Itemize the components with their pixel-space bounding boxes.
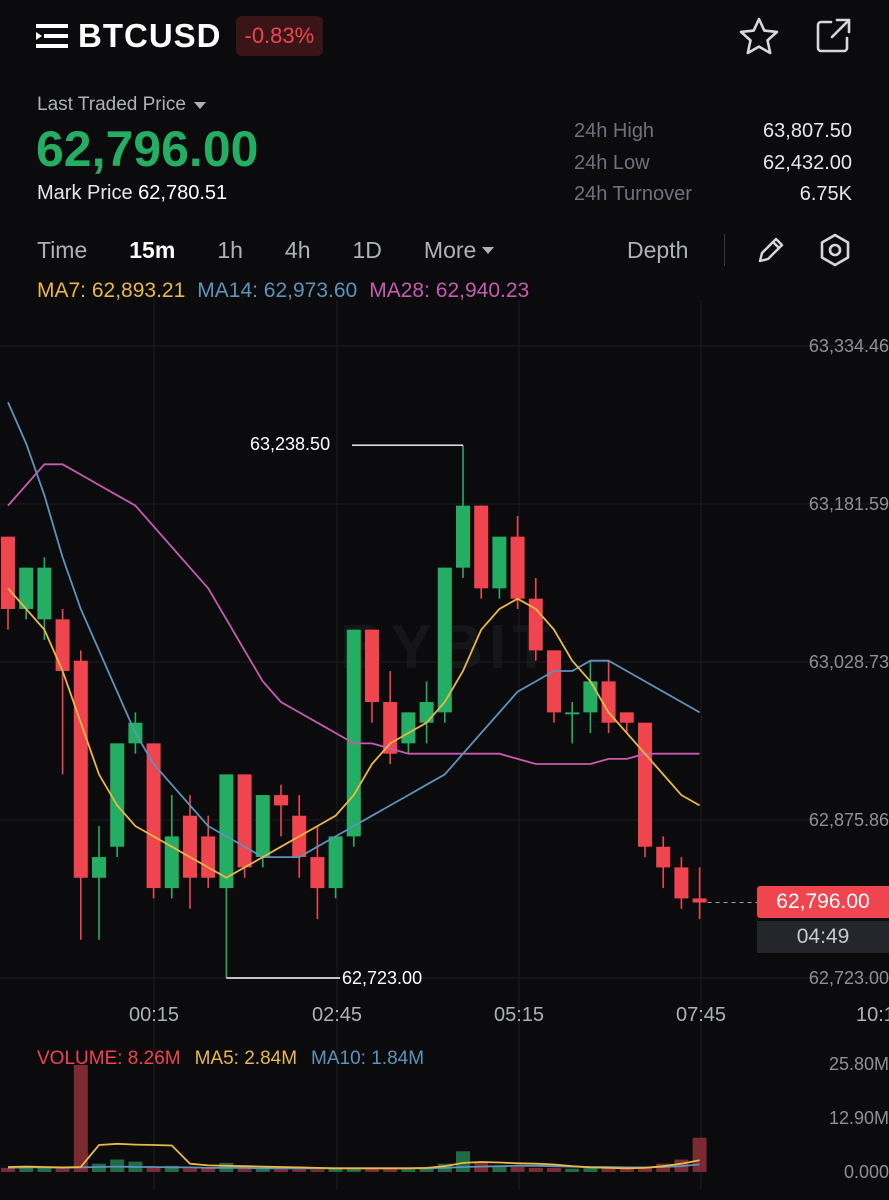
volume-bar [692, 1137, 707, 1172]
candle-body [692, 898, 707, 903]
volume-ma10-legend: MA10: 1.84M [311, 1048, 425, 1069]
candle-body [619, 712, 634, 723]
volume-bar [547, 1167, 561, 1172]
candle-body [37, 567, 52, 620]
y-axis-label: 62,723.00 [808, 968, 889, 988]
y-axis-label: 63,334.46 [808, 336, 889, 356]
volume-bar [292, 1169, 307, 1172]
candle-body [510, 536, 525, 599]
candle-body [255, 795, 270, 858]
candle-body [237, 774, 252, 868]
candle-body [674, 867, 689, 899]
x-axis-label: 00:15 [128, 1004, 180, 1026]
volume-bar [383, 1169, 398, 1172]
volume-bar [456, 1151, 470, 1172]
candle-body [365, 629, 379, 703]
candle-body [583, 681, 598, 713]
candle-body [565, 712, 580, 715]
x-axis-label: 07:45 [675, 1004, 727, 1026]
candle-body [73, 660, 88, 878]
candle-body [383, 702, 398, 754]
volume-bar [565, 1168, 580, 1172]
volume-bar [55, 1168, 70, 1172]
candle-body [1, 536, 15, 610]
countdown-tag: 04:49 [757, 921, 889, 953]
candle-body [219, 774, 234, 889]
volume-axis-label: 0.000 [843, 1162, 889, 1182]
candle-body [310, 857, 325, 889]
volume-legend-value: VOLUME: 8.26M [37, 1048, 181, 1069]
volume-bar [401, 1169, 416, 1172]
candle-body [201, 836, 216, 878]
y-axis-label: 63,028.73 [808, 652, 889, 672]
candle-body [183, 815, 197, 878]
volume-bar [528, 1167, 543, 1172]
candle-body [346, 629, 361, 837]
volume-bar [583, 1167, 598, 1172]
candle-body [656, 846, 671, 868]
x-axis-label: 10:1 [856, 1004, 889, 1026]
volume-bar [73, 1065, 88, 1172]
candle-body [55, 619, 70, 672]
volume-axis-label: 25.80M [828, 1054, 889, 1074]
candle-body [601, 681, 616, 723]
y-axis-label: 63,181.59 [808, 494, 889, 514]
candle-body [492, 536, 507, 589]
y-axis-label: 62,875.86 [808, 810, 889, 830]
current-price-tag: 62,796.00 [757, 886, 889, 918]
candle-body [92, 857, 106, 878]
candle-body [274, 795, 288, 806]
x-axis-label: 02:45 [311, 1004, 363, 1026]
candle-body [328, 836, 343, 889]
candle-body [547, 650, 561, 713]
volume-bar [183, 1168, 197, 1172]
volume-axis-label: 12.90M [828, 1108, 889, 1128]
low-marker-label: 62,723.00 [342, 968, 423, 988]
volume-bar [510, 1167, 525, 1172]
candle-body [110, 743, 125, 847]
volume-bar [310, 1169, 325, 1172]
volume-legend: VOLUME: 8.26M MA5: 2.84M MA10: 1.84M [37, 1048, 424, 1070]
candle-body [474, 505, 489, 589]
candle-body [437, 567, 452, 713]
high-marker-label: 63,238.50 [250, 434, 331, 454]
volume-ma5-legend: MA5: 2.84M [194, 1048, 298, 1069]
candle-body [419, 702, 434, 723]
candle-body [401, 712, 416, 744]
x-axis-label: 05:15 [493, 1004, 545, 1026]
candle-body [638, 722, 652, 847]
candle-body [456, 505, 470, 568]
